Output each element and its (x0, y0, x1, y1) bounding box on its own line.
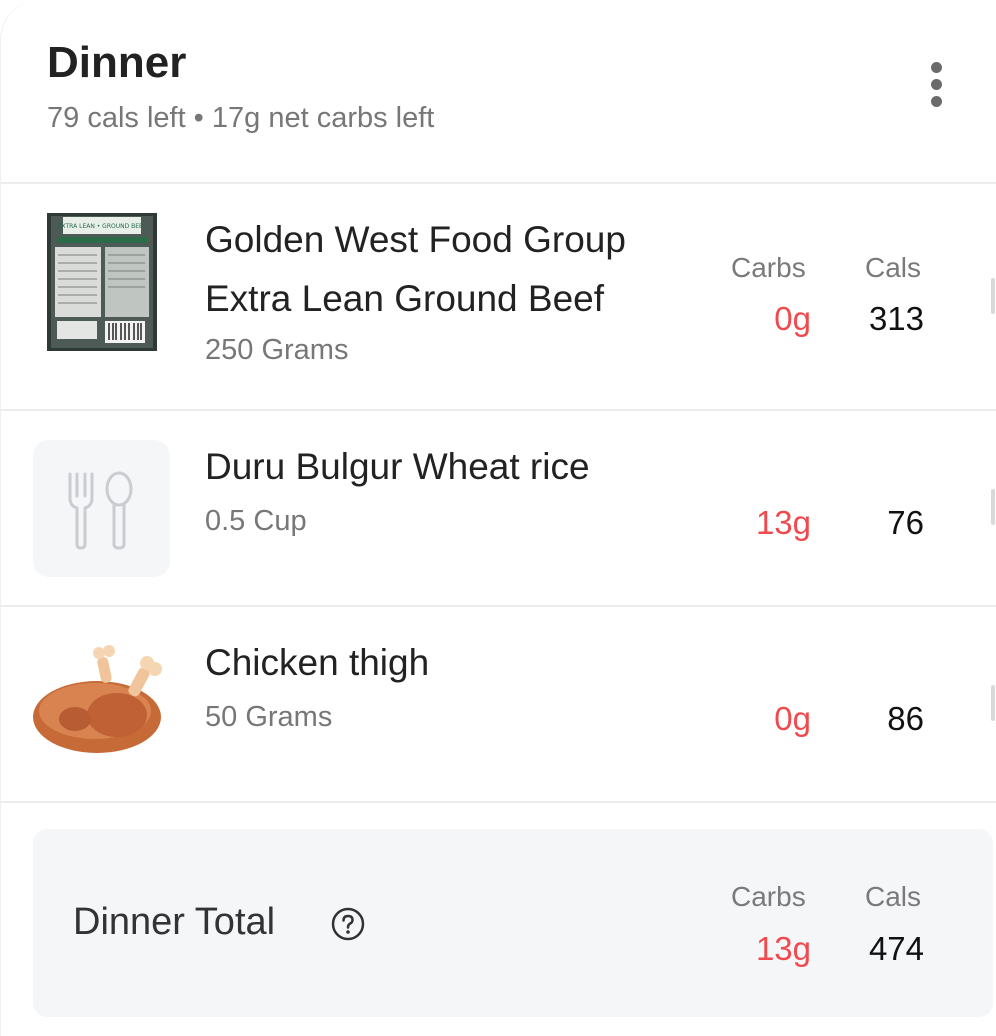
food-carbs-value: 13g (755, 504, 811, 541)
total-cals-value: 474 (868, 930, 924, 967)
food-cals-value: 86 (887, 700, 924, 737)
food-carbs-value: 0g (774, 700, 811, 737)
total-carbs-label: Carbs (731, 881, 806, 912)
food-name: Duru Bulgur Wheat rice (205, 446, 590, 487)
food-item-ground-beef[interactable]: EXTRA LEAN • GROUND BEEF Golden West Foo… (1, 184, 996, 411)
food-portion: 0.5 Cup (205, 505, 307, 537)
dinner-card: Dinner 79 cals left • 17g net carbs left… (0, 0, 996, 1036)
more-vertical-icon[interactable] (919, 62, 953, 116)
total-carbs-value: 13g (755, 930, 811, 967)
meal-remaining-summary: 79 cals left • 17g net carbs left (47, 102, 435, 134)
cals-column-label: Cals (865, 252, 922, 283)
meal-title: Dinner (47, 38, 187, 87)
food-carbs-value: 0g (774, 300, 811, 337)
meal-total-label: Dinner Total (73, 901, 276, 943)
food-item-chicken-thigh[interactable]: Chicken thigh 50 Grams 0g 86 (1, 607, 996, 803)
meal-header: Dinner 79 cals left • 17g net carbs left (1, 0, 996, 184)
food-portion: 250 Grams (205, 334, 349, 366)
meal-total-panel: Dinner Total Carbs Cals 13g 474 (33, 829, 993, 1017)
question-circle-icon[interactable] (331, 907, 365, 941)
food-name: Chicken thigh (205, 642, 430, 683)
total-cals-label: Cals (865, 881, 922, 912)
package-label-text: EXTRA LEAN • GROUND BEEF (58, 223, 147, 230)
food-item-bulgur[interactable]: Duru Bulgur Wheat rice 0.5 Cup 13g 76 (1, 411, 996, 607)
fork-spoon-icon (33, 440, 170, 577)
food-name-line1: Golden West Food Group (205, 219, 626, 260)
carbs-column-label: Carbs (731, 252, 806, 283)
food-cals-value: 76 (887, 504, 924, 541)
food-name-line2: Extra Lean Ground Beef (205, 278, 605, 319)
ground-beef-package-image: EXTRA LEAN • GROUND BEEF (47, 213, 157, 351)
food-cals-value: 313 (868, 300, 924, 337)
row-edge-tick (991, 489, 995, 525)
row-edge-tick (991, 278, 995, 314)
food-portion: 50 Grams (205, 701, 333, 733)
row-edge-tick (991, 685, 995, 721)
roast-chicken-image (29, 645, 171, 757)
